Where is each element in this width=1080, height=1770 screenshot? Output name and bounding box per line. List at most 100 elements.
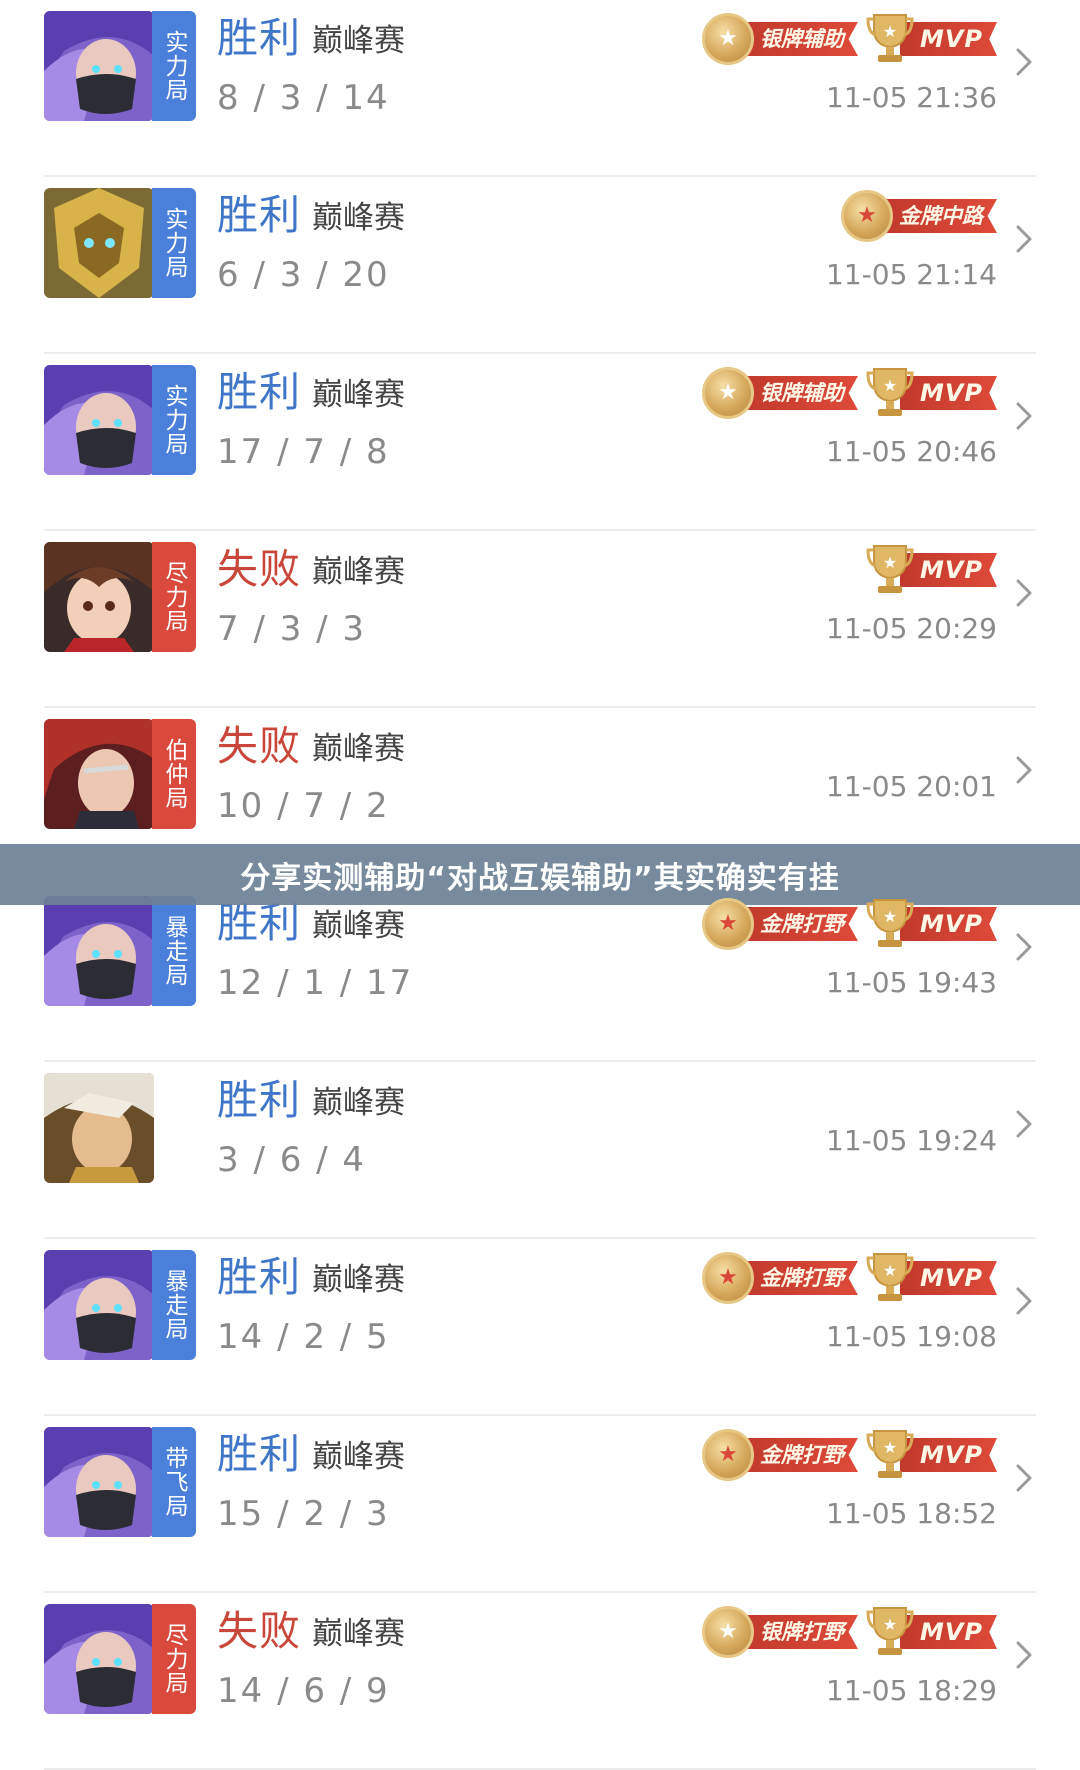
match-mode: 巅峰赛 [312,1085,405,1121]
match-row[interactable]: 实力局 胜利 巅峰赛 6 / 3 / 20 ★ 金牌中路 11-05 21:14 [0,177,1080,354]
svg-text:★: ★ [883,22,897,41]
achievement-badges: ★ 银牌打野 ★ MVP [701,1601,997,1663]
chevron-right-icon[interactable] [1012,929,1036,965]
match-time: 11-05 18:52 [826,1497,997,1530]
svg-text:★: ★ [883,376,897,395]
svg-text:★: ★ [883,1438,897,1457]
achievement-badges: ★ 银牌辅助 ★ MVP [701,362,997,424]
star-medal-icon: ★ [701,367,754,419]
badge-label: MVP [899,1261,997,1295]
kda-score: 3 / 6 / 4 [217,1140,367,1180]
achievement-badges: ★ 金牌打野 ★ MVP [701,1424,997,1486]
hero-avatar [44,542,154,652]
silver-medal-badge: ★ 银牌打野 [701,1605,858,1659]
hero-avatar [44,896,154,1006]
match-quality-tag: 带飞局 [152,1427,196,1537]
star-medal-icon: ★ [701,1429,754,1481]
silver-medal-badge: ★ 银牌辅助 [701,366,858,420]
chevron-right-icon[interactable] [1012,1106,1036,1142]
achievement-badges: ★ 银牌辅助 ★ MVP [701,8,997,70]
trophy-icon: ★ [866,542,914,598]
kda-score: 17 / 7 / 8 [217,432,390,472]
match-result: 失败 [217,545,301,593]
badge-label: MVP [899,376,997,410]
mvp-badge: ★ MVP [866,366,997,420]
red-hair-hero-icon [44,719,154,829]
hero-avatar [44,365,154,475]
chevron-right-icon[interactable] [1012,221,1036,257]
gold-medal-badge: ★ 金牌中路 [841,189,997,243]
badge-label: MVP [899,1615,997,1649]
match-time: 11-05 18:29 [826,1674,997,1707]
achievement-badges: ★ 金牌打野 ★ MVP [701,1247,997,1309]
trophy-icon: ★ [866,11,914,67]
match-time: 11-05 20:29 [826,612,997,645]
match-row[interactable]: 尽力局 失败 巅峰赛 14 / 6 / 9 ★ 银牌打野 ★ MVP 11-05 18:29 [0,1593,1080,1770]
trophy-icon: ★ [866,1604,914,1660]
match-mode: 巅峰赛 [312,554,405,590]
match-time: 11-05 20:46 [826,435,997,468]
match-row[interactable]: 尽力局 失败 巅峰赛 7 / 3 / 3 ★ MVP 11-05 20:29 [0,531,1080,708]
match-time: 11-05 20:01 [826,770,997,803]
star-medal-icon: ★ [841,190,893,242]
achievement-badges: ★ 金牌中路 [841,185,997,247]
svg-text:★: ★ [883,907,897,926]
badge-label: MVP [899,22,997,56]
chevron-right-icon[interactable] [1012,575,1036,611]
match-quality-tag: 尽力局 [152,542,196,652]
chevron-right-icon[interactable] [1012,1637,1036,1673]
match-result: 胜利 [217,14,301,62]
badge-label: MVP [899,1438,997,1472]
gold-medal-badge: ★ 金牌打野 [701,897,858,951]
hero-avatar [44,1604,154,1714]
match-result: 失败 [217,1607,301,1655]
mvp-badge: ★ MVP [866,897,997,951]
badge-label: 银牌打野 [739,1615,858,1649]
match-quality-tag: 尽力局 [152,1604,196,1714]
match-row[interactable]: 带飞局 胜利 巅峰赛 15 / 2 / 3 ★ 金牌打野 ★ MVP 11-05 18:52 [0,1416,1080,1593]
badge-label: 金牌中路 [879,199,997,233]
match-time: 11-05 19:08 [826,1320,997,1353]
svg-text:★: ★ [883,553,897,572]
match-row[interactable]: 暴走局 胜利 巅峰赛 12 / 1 / 17 ★ 金牌打野 ★ MVP 11-05 19:43 [0,885,1080,1062]
star-medal-icon: ★ [701,13,754,65]
mvp-badge: ★ MVP [866,1251,997,1305]
match-row[interactable]: 实力局 胜利 巅峰赛 8 / 3 / 14 ★ 银牌辅助 ★ MVP 11-05 21:36 [0,0,1080,177]
match-result: 胜利 [217,1076,301,1124]
kda-score: 10 / 7 / 2 [217,786,390,826]
match-row[interactable]: 实力局 胜利 巅峰赛 17 / 7 / 8 ★ 银牌辅助 ★ MVP 11-05 20:46 [0,354,1080,531]
purple-hair-masked-hero-icon [44,1250,154,1360]
kda-score: 14 / 2 / 5 [217,1317,390,1357]
kda-score: 15 / 2 / 3 [217,1494,390,1534]
badge-label: 银牌辅助 [739,22,858,56]
mvp-badge: ★ MVP [866,1428,997,1482]
badge-label: 金牌打野 [739,1261,858,1295]
match-quality-tag: 伯仲局 [152,719,196,829]
chevron-right-icon[interactable] [1012,1283,1036,1319]
match-mode: 巅峰赛 [312,731,405,767]
golden-armored-hero-icon [44,188,154,298]
match-row[interactable]: 胜利 巅峰赛 3 / 6 / 4 11-05 19:24 [0,1062,1080,1239]
match-mode: 巅峰赛 [312,377,405,413]
silver-medal-badge: ★ 银牌辅助 [701,12,858,66]
gold-medal-badge: ★ 金牌打野 [701,1428,858,1482]
match-mode: 巅峰赛 [312,908,405,944]
hero-avatar [44,1427,154,1537]
overlay-caption-bar: 分享实测辅助“对战互娱辅助”其实确实有挂 [0,844,1080,905]
chevron-right-icon[interactable] [1012,1460,1036,1496]
match-row[interactable]: 暴走局 胜利 巅峰赛 14 / 2 / 5 ★ 金牌打野 ★ MVP 11-05 19:08 [0,1239,1080,1416]
match-time: 11-05 19:43 [826,966,997,999]
gold-medal-badge: ★ 金牌打野 [701,1251,858,1305]
match-mode: 巅峰赛 [312,1616,405,1652]
badge-label: MVP [899,907,997,941]
match-result: 胜利 [217,368,301,416]
kda-score: 7 / 3 / 3 [217,609,367,649]
match-mode: 巅峰赛 [312,1262,405,1298]
chevron-right-icon[interactable] [1012,398,1036,434]
match-quality-tag: 暴走局 [152,1250,196,1360]
purple-hair-masked-hero-icon [44,896,154,1006]
mvp-badge: ★ MVP [866,1605,997,1659]
trophy-icon: ★ [866,1250,914,1306]
chevron-right-icon[interactable] [1012,752,1036,788]
chevron-right-icon[interactable] [1012,44,1036,80]
